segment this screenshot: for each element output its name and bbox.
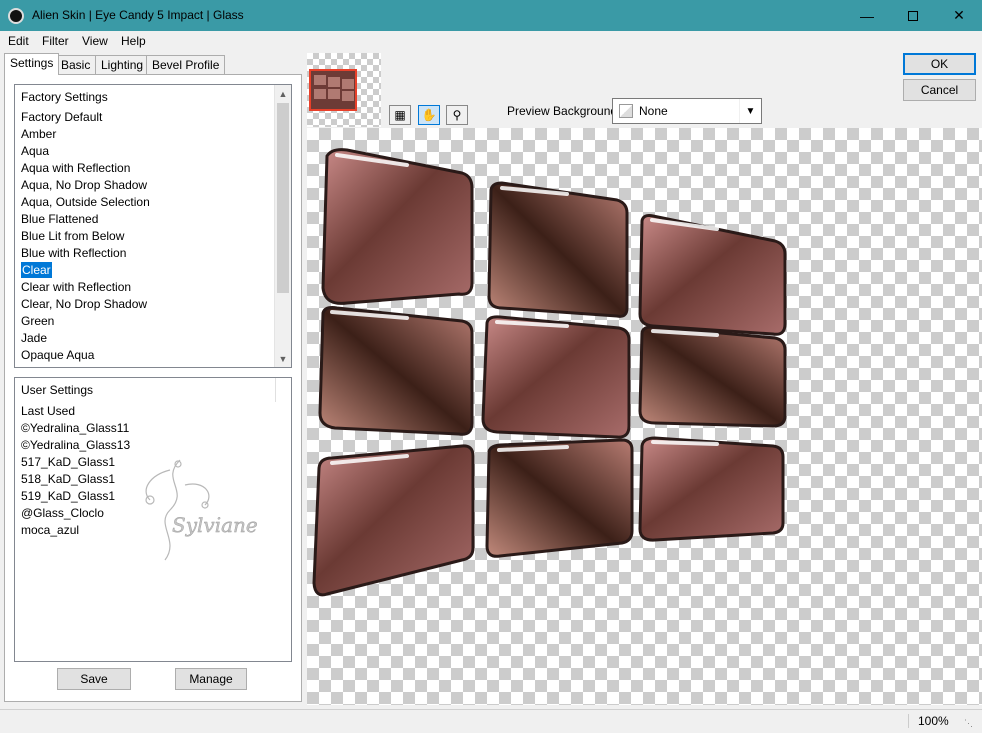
ok-button[interactable]: OK bbox=[903, 53, 976, 75]
maximize-button[interactable] bbox=[890, 0, 936, 31]
list-item[interactable]: Factory Default bbox=[21, 109, 102, 126]
list-item[interactable]: Clear with Reflection bbox=[21, 279, 131, 296]
factory-settings-header: Factory Settings bbox=[21, 90, 108, 104]
preview-canvas[interactable] bbox=[307, 128, 982, 705]
user-settings-header: User Settings bbox=[21, 383, 94, 397]
factory-list-scrollbar[interactable]: ▲ ▼ bbox=[274, 85, 291, 367]
svg-text:Sylviane: Sylviane bbox=[172, 513, 258, 537]
list-item[interactable]: Aqua with Reflection bbox=[21, 160, 130, 177]
list-item[interactable]: 519_KaD_Glass1 bbox=[21, 488, 115, 505]
list-item[interactable]: Green bbox=[21, 313, 54, 330]
status-bar: 100% ⋱ bbox=[0, 709, 982, 733]
cancel-button[interactable]: Cancel bbox=[903, 79, 976, 101]
list-item[interactable]: Last Used bbox=[21, 403, 75, 420]
app-icon bbox=[8, 8, 24, 24]
tile-group bbox=[312, 148, 787, 597]
menu-edit[interactable]: Edit bbox=[8, 34, 29, 48]
menu-view[interactable]: View bbox=[82, 34, 108, 48]
resize-grip-icon[interactable]: ⋱ bbox=[964, 718, 976, 730]
tab-settings[interactable]: Settings bbox=[4, 53, 60, 75]
list-item[interactable]: ©Yedralina_Glass13 bbox=[21, 437, 130, 454]
factory-settings-list[interactable]: Factory Settings Factory Default Amber A… bbox=[14, 84, 292, 368]
scroll-up-icon[interactable]: ▲ bbox=[275, 85, 291, 102]
list-item[interactable]: @Glass_Cloclo bbox=[21, 505, 104, 522]
glass-tiles-preview bbox=[312, 148, 787, 597]
zoom-level: 100% bbox=[908, 714, 958, 728]
divider bbox=[275, 378, 276, 402]
minimize-button[interactable]: — bbox=[844, 0, 890, 31]
window-title: Alien Skin | Eye Candy 5 Impact | Glass bbox=[32, 8, 244, 22]
menu-help[interactable]: Help bbox=[121, 34, 146, 48]
list-item[interactable]: Aqua, Outside Selection bbox=[21, 194, 150, 211]
list-item-selected[interactable]: Clear bbox=[21, 262, 52, 279]
list-item[interactable]: moca_azul bbox=[21, 522, 79, 539]
list-item[interactable]: Blue Flattened bbox=[21, 211, 98, 228]
menu-filter[interactable]: Filter bbox=[42, 34, 69, 48]
preview-background-label: Preview Background: bbox=[507, 104, 621, 118]
list-item-label: Clear bbox=[21, 262, 52, 278]
navigate-tool-icon[interactable]: ▦ bbox=[389, 105, 411, 125]
list-item[interactable]: 518_KaD_Glass1 bbox=[21, 471, 115, 488]
menu-bar: Edit Filter View Help bbox=[0, 31, 982, 51]
chevron-down-icon: ▼ bbox=[739, 99, 761, 123]
navigator-thumbnail[interactable] bbox=[307, 53, 381, 127]
list-item[interactable]: Amber bbox=[21, 126, 56, 143]
list-item[interactable]: ©Yedralina_Glass11 bbox=[21, 420, 129, 437]
list-item[interactable]: Clear, No Drop Shadow bbox=[21, 296, 147, 313]
tab-bevel-profile[interactable]: Bevel Profile bbox=[146, 55, 226, 74]
save-button[interactable]: Save bbox=[57, 668, 131, 690]
watermark-logo: Sylviane bbox=[145, 459, 258, 561]
scroll-thumb[interactable] bbox=[277, 103, 289, 293]
zoom-tool-icon[interactable]: ⚲ bbox=[446, 105, 468, 125]
background-swatch bbox=[619, 104, 633, 118]
close-button[interactable]: ✕ bbox=[936, 0, 982, 31]
list-item[interactable]: Jade bbox=[21, 330, 47, 347]
scroll-down-icon[interactable]: ▼ bbox=[275, 350, 291, 367]
title-bar: Alien Skin | Eye Candy 5 Impact | Glass … bbox=[0, 0, 982, 31]
list-item[interactable]: Aqua, No Drop Shadow bbox=[21, 177, 147, 194]
list-item[interactable]: Blue with Reflection bbox=[21, 245, 126, 262]
list-item[interactable]: Aqua bbox=[21, 143, 49, 160]
preview-background-select[interactable]: None ▼ bbox=[612, 98, 762, 124]
list-item[interactable]: Blue Lit from Below bbox=[21, 228, 124, 245]
tab-lighting[interactable]: Lighting bbox=[95, 55, 150, 74]
list-item[interactable]: Opaque Aqua bbox=[21, 347, 94, 364]
tab-basic[interactable]: Basic bbox=[55, 55, 97, 74]
maximize-icon bbox=[908, 10, 918, 21]
list-item[interactable]: 517_KaD_Glass1 bbox=[21, 454, 115, 471]
preview-background-value: None bbox=[639, 104, 668, 118]
hand-tool-icon[interactable]: ✋ bbox=[418, 105, 440, 125]
manage-button[interactable]: Manage bbox=[175, 668, 247, 690]
navigator-viewport[interactable] bbox=[309, 69, 357, 111]
